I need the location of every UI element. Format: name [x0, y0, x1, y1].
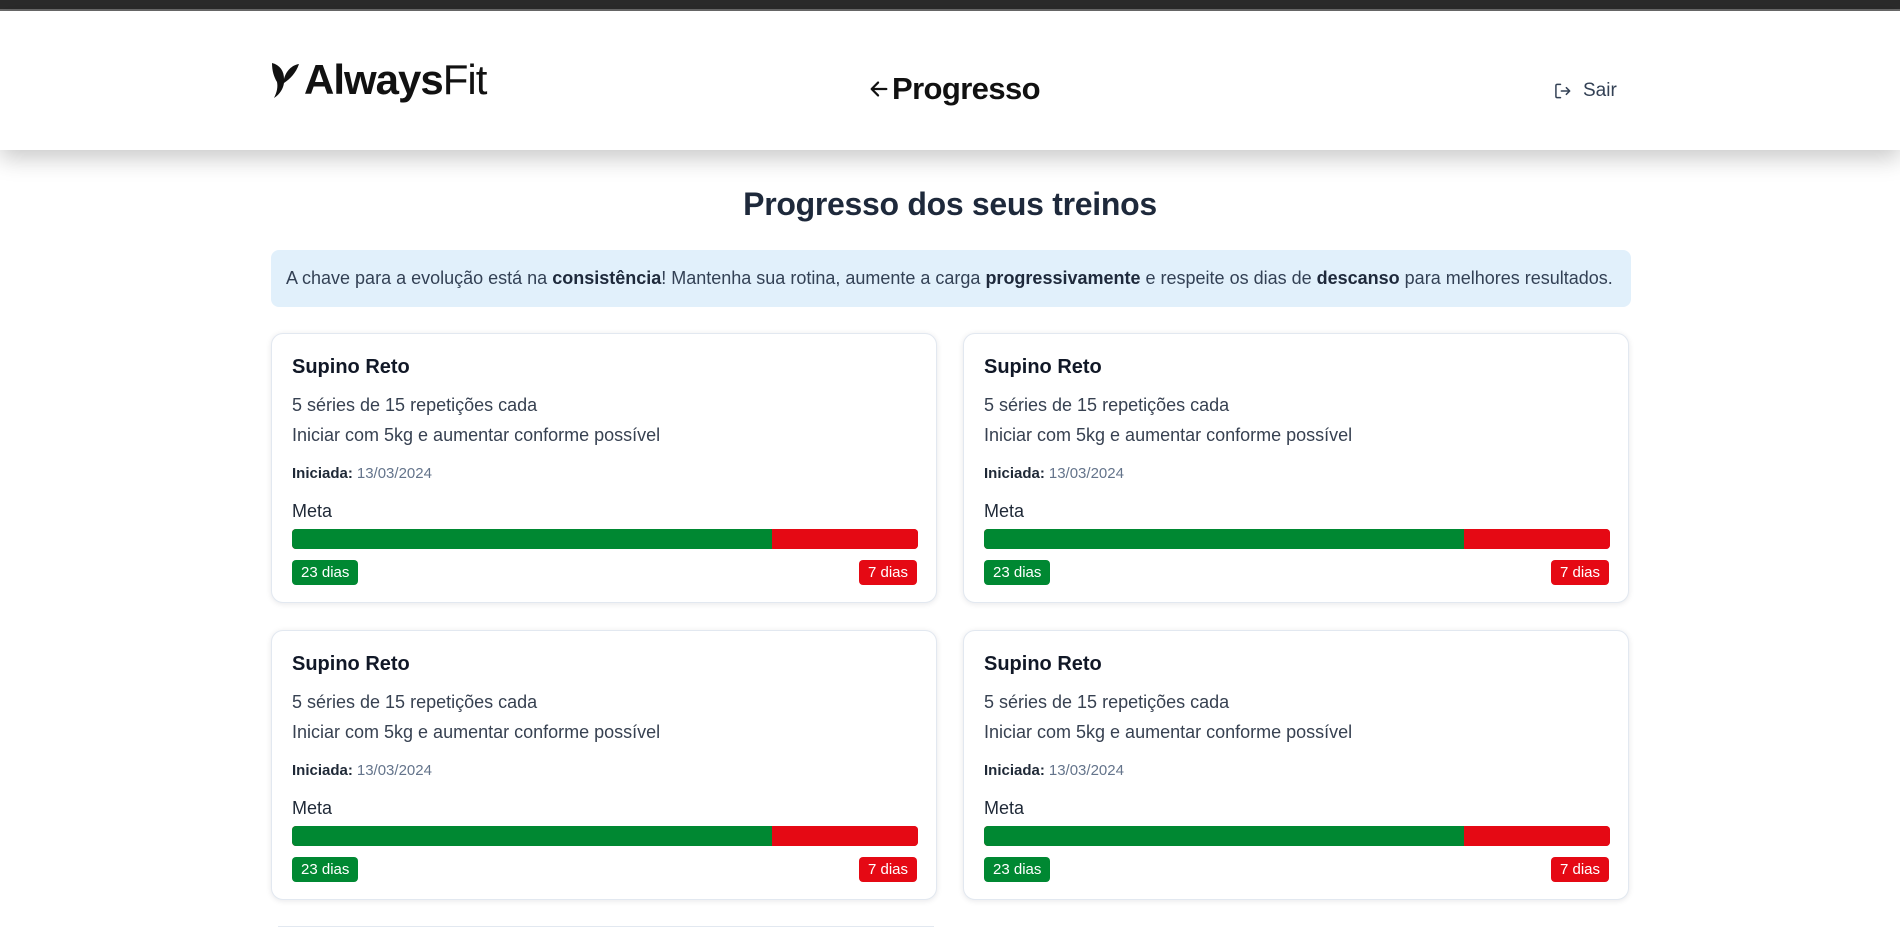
exercise-sets: 5 séries de 15 repetições cada: [292, 395, 538, 415]
exercise-sets: 5 séries de 15 repetições cada: [984, 395, 1230, 415]
logout-icon: [1555, 83, 1571, 99]
progress-remaining-segment: [1463, 826, 1610, 846]
exercise-card: Supino Reto 5 séries de 15 repetições ca…: [271, 333, 937, 603]
back-to-progress-nav[interactable]: Progresso: [868, 67, 1041, 111]
exercise-instructions: Iniciar com 5kg e aumentar conforme poss…: [292, 425, 661, 445]
goal-label: Meta: [984, 798, 1025, 818]
exercise-start-date: Iniciada: 13/03/2024: [292, 465, 432, 482]
days-remaining-badge: 7 dias: [858, 560, 917, 585]
goal-label: Meta: [984, 501, 1025, 521]
exercise-sets: 5 séries de 15 repetições cada: [292, 692, 538, 712]
exercise-name: Supino Reto: [292, 653, 410, 675]
goal-progress-bar: [292, 826, 918, 846]
goal-progress-bar: [292, 529, 918, 549]
progress-done-segment: [984, 826, 1464, 846]
progress-remaining-segment: [771, 826, 918, 846]
progress-done-segment: [292, 826, 772, 846]
page-title: Progresso: [892, 71, 1041, 106]
tip-banner: A chave para a evolução está na consistê…: [271, 250, 1631, 307]
days-remaining-badge: 7 dias: [1550, 560, 1609, 585]
goal-label: Meta: [292, 798, 333, 818]
goal-progress-bar: [984, 529, 1610, 549]
logo[interactable]: AlwaysFit: [270, 55, 487, 105]
exercise-start-date: Iniciada: 13/03/2024: [292, 762, 432, 779]
progress-remaining-segment: [1463, 529, 1610, 549]
exercise-instructions: Iniciar com 5kg e aumentar conforme poss…: [292, 722, 661, 742]
days-done-badge: 23 dias: [292, 560, 359, 585]
page-heading: Progresso dos seus treinos: [743, 186, 1157, 222]
exercise-name: Supino Reto: [292, 356, 410, 378]
exercise-sets: 5 séries de 15 repetições cada: [984, 692, 1230, 712]
exercise-name: Supino Reto: [984, 356, 1102, 378]
exercise-instructions: Iniciar com 5kg e aumentar conforme poss…: [984, 722, 1353, 742]
days-done-badge: 23 dias: [292, 857, 359, 882]
days-remaining-badge: 7 dias: [858, 857, 917, 882]
progress-done-segment: [292, 529, 772, 549]
exercise-card: Supino Reto 5 séries de 15 repetições ca…: [963, 630, 1629, 900]
logout-label: Sair: [1583, 80, 1617, 101]
leaf-logo-icon: [272, 63, 299, 98]
logo-text: AlwaysFit: [304, 56, 487, 103]
days-remaining-badge: 7 dias: [1550, 857, 1609, 882]
exercise-start-date: Iniciada: 13/03/2024: [984, 465, 1124, 482]
exercise-start-date: Iniciada: 13/03/2024: [984, 762, 1124, 779]
exercise-instructions: Iniciar com 5kg e aumentar conforme poss…: [984, 425, 1353, 445]
days-done-badge: 23 dias: [984, 560, 1051, 585]
goal-progress-bar: [984, 826, 1610, 846]
exercise-card: Supino Reto 5 séries de 15 repetições ca…: [271, 630, 937, 900]
app-header: AlwaysFit Progresso Sair: [0, 11, 1900, 150]
browser-top-strip: [0, 0, 1900, 11]
exercise-name: Supino Reto: [984, 653, 1102, 675]
days-done-badge: 23 dias: [984, 857, 1051, 882]
progress-done-segment: [984, 529, 1464, 549]
arrow-left-icon: [870, 81, 888, 97]
tip-text: A chave para a evolução está na consistê…: [286, 268, 1613, 288]
exercise-card: Supino Reto 5 séries de 15 repetições ca…: [963, 333, 1629, 603]
goal-label: Meta: [292, 501, 333, 521]
progress-remaining-segment: [771, 529, 918, 549]
logout-button[interactable]: Sair: [1553, 77, 1617, 105]
